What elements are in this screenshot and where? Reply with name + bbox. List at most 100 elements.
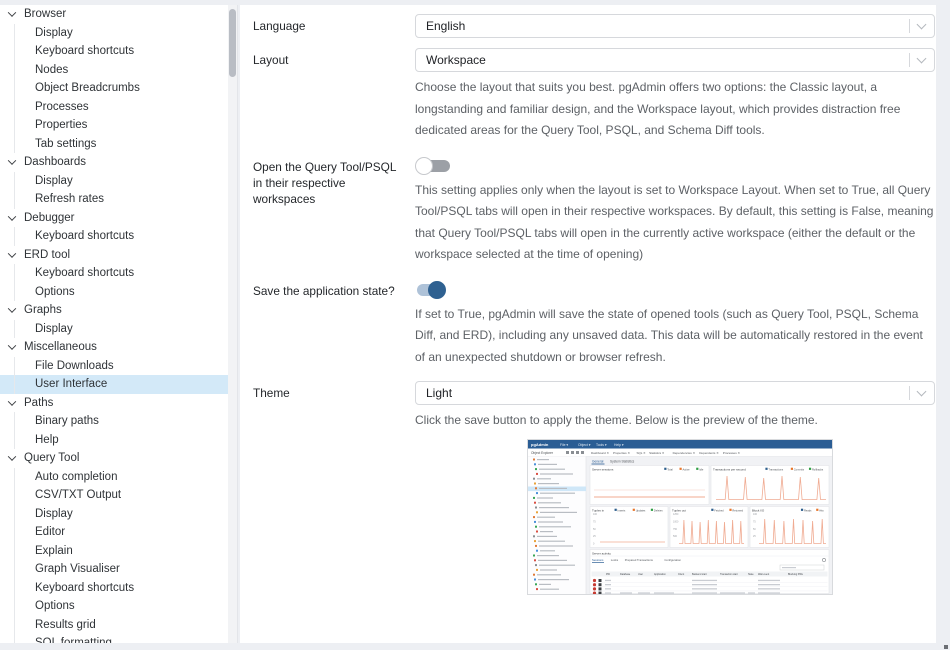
workspace-toggle-switch[interactable] (415, 157, 451, 175)
tree-scrollbar-track (228, 5, 237, 643)
tree-item-label: Graphs (24, 304, 62, 316)
tree-item-keyboard-shortcuts[interactable]: Keyboard shortcuts (0, 42, 229, 61)
tree-item-nodes[interactable]: Nodes (0, 61, 229, 80)
svg-text:Updates: Updates (636, 508, 646, 512)
chevron-down-icon[interactable] (8, 157, 16, 165)
tree-item-label: Options (35, 600, 75, 612)
svg-text:System Statistics: System Statistics (610, 459, 635, 463)
tree-item-browser[interactable]: Browser (0, 5, 229, 24)
tree-item-options[interactable]: Options (0, 597, 229, 616)
tree-item-label: Graph Visualiser (35, 563, 120, 575)
tree-item-debugger[interactable]: Debugger (0, 209, 229, 228)
tree-item-results-grid[interactable]: Results grid (0, 616, 229, 635)
chevron-down-icon[interactable] (8, 212, 16, 220)
tree-item-auto-completion[interactable]: Auto completion (0, 468, 229, 487)
svg-text:Reads: Reads (804, 508, 812, 512)
chevron-down-icon[interactable] (8, 9, 16, 17)
save-state-toggle-switch[interactable] (415, 281, 451, 299)
svg-text:Inserts: Inserts (618, 508, 626, 512)
tree-item-label: File Downloads (35, 360, 114, 372)
tree-item-object-breadcrumbs[interactable]: Object Breadcrumbs (0, 79, 229, 98)
svg-text:Statistics ✕: Statistics ✕ (649, 451, 665, 455)
svg-text:Dependents ✕: Dependents ✕ (699, 451, 719, 455)
theme-preview-image: pgAdminFile ▾Object ▾Tools ▾Help ▾Object… (527, 439, 833, 595)
tree-item-processes[interactable]: Processes (0, 98, 229, 117)
tree-item-options[interactable]: Options (0, 283, 229, 302)
layout-help-text: Choose the layout that suits you best. p… (415, 77, 935, 142)
svg-text:Tools ▾: Tools ▾ (596, 443, 607, 447)
tree-item-explain[interactable]: Explain (0, 542, 229, 561)
svg-text:Commits: Commits (794, 467, 805, 471)
svg-text:Dashboard ✕: Dashboard ✕ (591, 451, 610, 455)
tree-item-keyboard-shortcuts[interactable]: Keyboard shortcuts (0, 579, 229, 598)
tree-item-erd-tool[interactable]: ERD tool (0, 246, 229, 265)
save-state-label: Save the application state? (240, 279, 415, 369)
tree-item-label: Keyboard shortcuts (35, 45, 134, 57)
svg-text:Prepared Transactions: Prepared Transactions (625, 558, 654, 562)
workspace-toggle-row: Open the Query Tool/PSQL in their respec… (240, 155, 936, 266)
svg-text:Blocking PIDs: Blocking PIDs (788, 573, 804, 576)
chevron-down-icon[interactable] (8, 453, 16, 461)
tree-item-label: User Interface (35, 378, 107, 390)
tree-item-graphs[interactable]: Graphs (0, 301, 229, 320)
tree-item-paths[interactable]: Paths (0, 394, 229, 413)
svg-text:Help ▾: Help ▾ (614, 443, 624, 447)
tree-item-label: Properties (35, 119, 87, 131)
tree-item-display[interactable]: Display (0, 505, 229, 524)
tree-item-display[interactable]: Display (0, 24, 229, 43)
layout-label: Layout (240, 48, 415, 142)
language-select[interactable]: English (415, 14, 935, 38)
tree-scrollbar-thumb[interactable] (229, 9, 236, 77)
tree-item-file-downloads[interactable]: File Downloads (0, 357, 229, 376)
workspace-toggle-label: Open the Query Tool/PSQL in their respec… (240, 155, 415, 266)
chevron-down-icon[interactable] (8, 397, 16, 405)
tree-item-display[interactable]: Display (0, 320, 229, 339)
svg-text:Properties ✕: Properties ✕ (613, 451, 631, 455)
tree-item-keyboard-shortcuts[interactable]: Keyboard shortcuts (0, 264, 229, 283)
toggle-knob (415, 157, 433, 175)
tree-item-label: Auto completion (35, 471, 117, 483)
tree-item-label: Display (35, 175, 73, 187)
save-state-row: Save the application state? If set to Tr… (240, 279, 936, 369)
tree-item-display[interactable]: Display (0, 172, 229, 191)
tree-item-tab-settings[interactable]: Tab settings (0, 135, 229, 154)
tree-item-miscellaneous[interactable]: Miscellaneous (0, 338, 229, 357)
tree-item-binary-paths[interactable]: Binary paths (0, 412, 229, 431)
theme-help-text: Click the save button to apply the theme… (415, 410, 935, 432)
tree-item-label: Editor (35, 526, 65, 538)
svg-text:Fetched: Fetched (714, 508, 724, 512)
tree-item-label: Options (35, 286, 75, 298)
svg-text:Tuples out: Tuples out (672, 508, 686, 512)
svg-text:Transactions per second: Transactions per second (713, 467, 746, 471)
tree-item-graph-visualiser[interactable]: Graph Visualiser (0, 560, 229, 579)
window-resize-grip[interactable] (944, 645, 948, 649)
chevron-down-icon[interactable] (8, 249, 16, 257)
tree-item-query-tool[interactable]: Query Tool (0, 449, 229, 468)
tree-item-sql-formatting[interactable]: SQL formatting (0, 634, 229, 643)
chevron-down-icon[interactable] (917, 54, 927, 64)
svg-text:Block I/O: Block I/O (752, 508, 765, 512)
svg-text:Transactions: Transactions (768, 467, 783, 471)
tree-item-keyboard-shortcuts[interactable]: Keyboard shortcuts (0, 227, 229, 246)
tree-item-csv-txt-output[interactable]: CSV/TXT Output (0, 486, 229, 505)
svg-text:Hits: Hits (819, 508, 824, 512)
chevron-down-icon[interactable] (917, 20, 927, 30)
tree-item-help[interactable]: Help (0, 431, 229, 450)
tree-item-dashboards[interactable]: Dashboards (0, 153, 229, 172)
layout-row: Layout Workspace Choose the layout that … (240, 48, 936, 142)
svg-text:Rollbacks: Rollbacks (812, 467, 824, 471)
chevron-down-icon[interactable] (8, 305, 16, 313)
chevron-down-icon[interactable] (8, 342, 16, 350)
tree-item-label: Dashboards (24, 156, 86, 168)
theme-select[interactable]: Light (415, 381, 935, 405)
tree-item-properties[interactable]: Properties (0, 116, 229, 135)
svg-text:File ▾: File ▾ (560, 443, 568, 447)
layout-select[interactable]: Workspace (415, 48, 935, 72)
tree-item-label: Display (35, 27, 73, 39)
tree-item-label: Tab settings (35, 138, 96, 150)
svg-text:General: General (592, 459, 604, 463)
chevron-down-icon[interactable] (917, 387, 927, 397)
tree-item-refresh-rates[interactable]: Refresh rates (0, 190, 229, 209)
tree-item-user-interface[interactable]: User Interface (0, 375, 229, 394)
tree-item-editor[interactable]: Editor (0, 523, 229, 542)
